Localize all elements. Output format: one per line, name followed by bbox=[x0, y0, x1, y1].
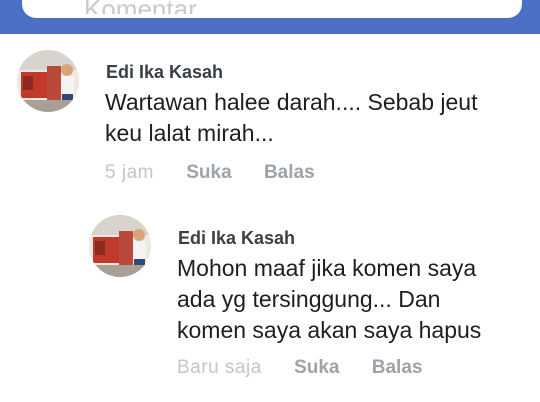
comment-text-line: ada yg tersinggung... Dan bbox=[177, 286, 441, 312]
avatar[interactable] bbox=[17, 50, 79, 112]
reply-button[interactable]: Balas bbox=[372, 357, 423, 378]
comment-text: Mohon maaf jika komen saya ada yg tersin… bbox=[177, 253, 481, 346]
comment-meta: Baru saja Suka Balas bbox=[177, 357, 422, 379]
comment-text: Wartawan halee darah.... Sebab jeut keu … bbox=[105, 87, 478, 149]
reply-button[interactable]: Balas bbox=[264, 162, 315, 183]
comment-text-line: Wartawan halee darah.... Sebab jeut bbox=[105, 89, 478, 115]
avatar[interactable] bbox=[89, 215, 151, 277]
like-button[interactable]: Suka bbox=[186, 162, 231, 183]
comment-item: Edi Ika Kasah Wartawan halee darah.... S… bbox=[0, 40, 540, 190]
comment-author[interactable]: Edi Ika Kasah bbox=[106, 62, 223, 83]
like-button[interactable]: Suka bbox=[294, 357, 339, 378]
comment-header-bar: Komentar bbox=[0, 0, 540, 34]
comment-timestamp: 5 jam bbox=[105, 162, 154, 183]
comments-screen: Komentar Edi Ika Kasah bbox=[0, 0, 540, 402]
comment-text-line: Mohon maaf jika komen saya bbox=[177, 255, 477, 281]
comment-timestamp: Baru saja bbox=[177, 357, 262, 378]
comment-input[interactable]: Komentar bbox=[22, 0, 522, 18]
reply-comment-item: Edi Ika Kasah Mohon maaf jika komen saya… bbox=[0, 205, 540, 395]
comment-text-line: komen saya akan saya hapus bbox=[177, 317, 482, 343]
comment-meta: 5 jam Suka Balas bbox=[105, 162, 315, 184]
comment-text-line: keu lalat mirah... bbox=[105, 120, 274, 146]
comment-input-placeholder: Komentar bbox=[84, 0, 197, 14]
comment-author[interactable]: Edi Ika Kasah bbox=[178, 228, 295, 249]
